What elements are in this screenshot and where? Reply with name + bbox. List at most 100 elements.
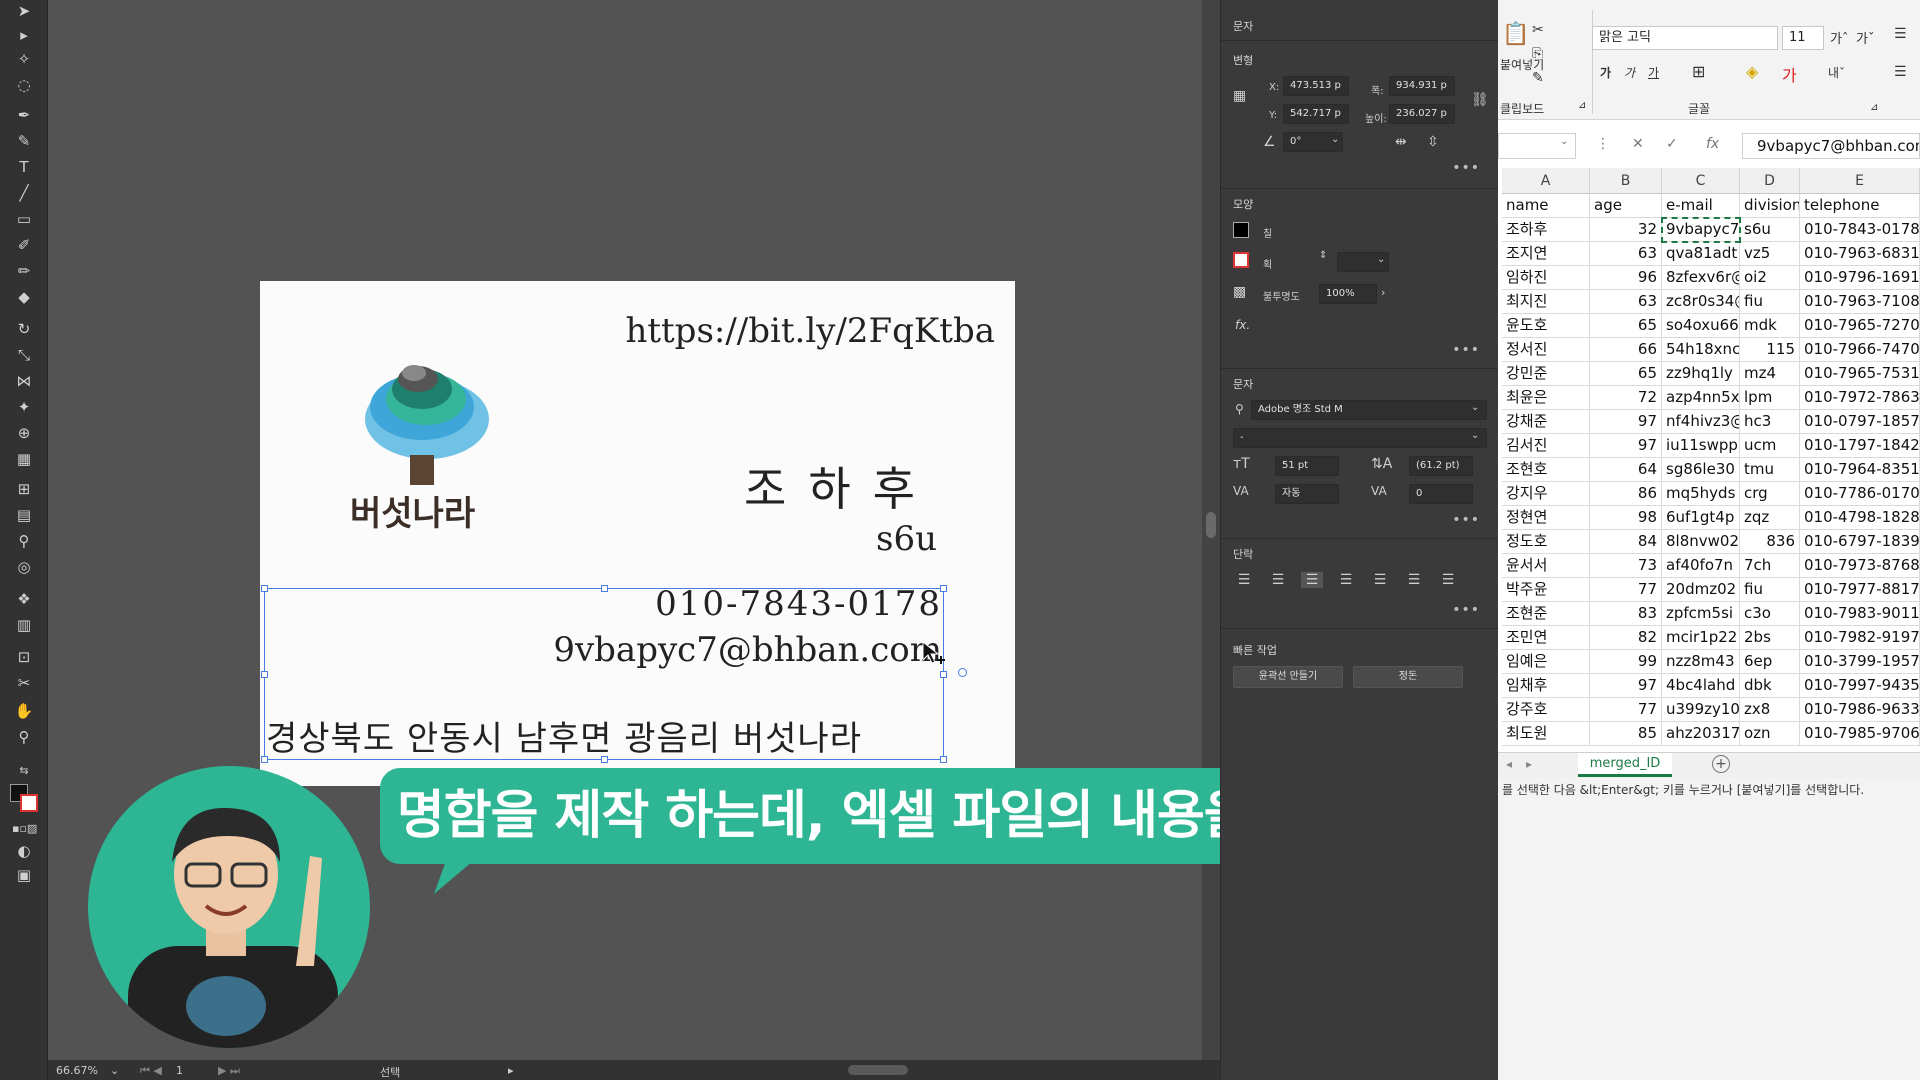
table-cell[interactable]: 정현연: [1502, 506, 1590, 530]
table-cell[interactable]: 임채후: [1502, 674, 1590, 698]
create-outlines-button[interactable]: 윤곽선 만들기: [1233, 666, 1343, 688]
chevron-down-icon[interactable]: ⌄: [1471, 430, 1479, 441]
slice-tool-icon[interactable]: ✂: [12, 672, 36, 694]
rectangle-tool-icon[interactable]: ▭: [12, 208, 36, 230]
table-cell[interactable]: 6uf1gt4p: [1662, 506, 1740, 530]
more-options-icon[interactable]: •••: [1452, 602, 1480, 618]
table-cell[interactable]: mcir1p22: [1662, 626, 1740, 650]
mesh-tool-icon[interactable]: ⊞: [12, 478, 36, 500]
table-cell[interactable]: 윤서서: [1502, 554, 1590, 578]
table-cell[interactable]: fiu: [1740, 578, 1800, 602]
card-url[interactable]: https://bit.ly/2FqKtba: [625, 311, 995, 351]
table-cell[interactable]: 72: [1590, 386, 1662, 410]
table-cell[interactable]: 84: [1590, 530, 1662, 554]
horizontal-scroll-thumb[interactable]: [848, 1065, 908, 1075]
scale-tool-icon[interactable]: ⤡: [12, 344, 36, 366]
height-field[interactable]: 236.027 p: [1389, 104, 1455, 124]
lasso-tool-icon[interactable]: ◌: [12, 74, 36, 96]
table-cell[interactable]: 조민연: [1502, 626, 1590, 650]
stroke-swatch[interactable]: [20, 794, 38, 812]
table-cell[interactable]: 8l8nvw02: [1662, 530, 1740, 554]
table-cell[interactable]: 조현호: [1502, 458, 1590, 482]
table-cell[interactable]: hc3: [1740, 410, 1800, 434]
table-cell[interactable]: lpm: [1740, 386, 1800, 410]
card-division[interactable]: s6u: [876, 519, 937, 559]
opacity-field[interactable]: 100%: [1319, 284, 1377, 304]
table-cell[interactable]: 83: [1590, 602, 1662, 626]
table-cell[interactable]: 010-6797-1839: [1800, 530, 1920, 554]
header-cell[interactable]: division: [1740, 194, 1800, 218]
table-cell[interactable]: mdk: [1740, 314, 1800, 338]
cut-icon[interactable]: ✂: [1532, 22, 1544, 38]
cancel-icon[interactable]: ✕: [1632, 136, 1644, 152]
resize-handle[interactable]: [940, 671, 947, 678]
resize-handle[interactable]: [601, 756, 608, 763]
table-cell[interactable]: 97: [1590, 434, 1662, 458]
selection-bounding-box[interactable]: [261, 585, 947, 763]
justify-right-icon[interactable]: ☰: [1403, 572, 1425, 588]
underline-icon[interactable]: 가: [1648, 64, 1659, 81]
table-cell[interactable]: 63: [1590, 290, 1662, 314]
screen-mode-icon[interactable]: ▣: [12, 864, 36, 886]
table-cell[interactable]: 7ch: [1740, 554, 1800, 578]
table-cell[interactable]: 010-7965-7270: [1800, 314, 1920, 338]
next-sheet-icon[interactable]: ▸: [1526, 757, 1532, 771]
table-cell[interactable]: 82: [1590, 626, 1662, 650]
font-style-select[interactable]: -: [1233, 428, 1487, 448]
x-field[interactable]: 473.513 p: [1283, 76, 1349, 96]
table-cell[interactable]: 조하후: [1502, 218, 1590, 242]
table-cell[interactable]: qva81adt: [1662, 242, 1740, 266]
spreadsheet-grid[interactable]: A B C D Ename age e-mail division telephone 조하후 32…: [1498, 168, 1920, 752]
scroll-thumb[interactable]: [1206, 512, 1216, 538]
italic-icon[interactable]: 가: [1624, 64, 1635, 81]
table-cell[interactable]: u399zy10: [1662, 698, 1740, 722]
table-cell[interactable]: 최도원: [1502, 722, 1590, 746]
table-cell[interactable]: 010-7985-9706: [1800, 722, 1920, 746]
table-cell[interactable]: nzz8m43: [1662, 650, 1740, 674]
table-cell[interactable]: 836: [1740, 530, 1800, 554]
table-cell[interactable]: 010-4798-1828: [1800, 506, 1920, 530]
table-cell[interactable]: 박주윤: [1502, 578, 1590, 602]
table-cell[interactable]: 32: [1590, 218, 1662, 242]
table-cell[interactable]: 강지우: [1502, 482, 1590, 506]
table-cell[interactable]: 정서진: [1502, 338, 1590, 362]
table-cell[interactable]: zz9hq1ly: [1662, 362, 1740, 386]
first-artboard-icon[interactable]: ⏮ ◀: [140, 1064, 162, 1078]
font-color-icon[interactable]: 가: [1782, 62, 1797, 86]
table-cell[interactable]: 2bs: [1740, 626, 1800, 650]
justify-left-icon[interactable]: ☰: [1335, 572, 1357, 588]
enter-icon[interactable]: ✓: [1666, 136, 1678, 152]
table-cell[interactable]: 20dmz02: [1662, 578, 1740, 602]
add-sheet-icon[interactable]: +: [1712, 755, 1730, 773]
table-cell[interactable]: 64: [1590, 458, 1662, 482]
table-cell[interactable]: 010-7964-8351: [1800, 458, 1920, 482]
align-right-icon[interactable]: ☰: [1301, 572, 1323, 588]
table-cell[interactable]: fiu: [1740, 290, 1800, 314]
table-cell[interactable]: s6u: [1740, 218, 1800, 242]
table-cell[interactable]: 65: [1590, 362, 1662, 386]
table-cell[interactable]: 96: [1590, 266, 1662, 290]
table-cell[interactable]: 010-9796-1691: [1800, 266, 1920, 290]
zoom-level[interactable]: 66.67%: [56, 1064, 98, 1077]
table-cell[interactable]: c3o: [1740, 602, 1800, 626]
font-name-select[interactable]: 맑은 고딕: [1592, 26, 1778, 50]
table-cell[interactable]: 010-7965-7531: [1800, 362, 1920, 386]
sheet-tab-merged-id[interactable]: merged_ID: [1578, 753, 1672, 777]
selection-tool-icon[interactable]: ➤: [12, 0, 36, 22]
artboard-number[interactable]: 1: [176, 1064, 183, 1077]
table-cell[interactable]: 010-1797-1842: [1800, 434, 1920, 458]
chevron-down-icon[interactable]: ⌄: [1560, 136, 1568, 147]
y-field[interactable]: 542.717 p: [1283, 104, 1349, 124]
borders-icon[interactable]: ⊞: [1692, 62, 1705, 81]
table-cell[interactable]: 99: [1590, 650, 1662, 674]
insert-function-icon[interactable]: fx: [1706, 136, 1719, 152]
align-left-icon[interactable]: ☰: [1894, 64, 1907, 80]
draw-mode-icon[interactable]: ◐: [12, 840, 36, 862]
table-cell[interactable]: sg86le30: [1662, 458, 1740, 482]
table-cell[interactable]: mq5hyds: [1662, 482, 1740, 506]
paste-icon[interactable]: 📋: [1502, 22, 1529, 47]
artboard-tool-icon[interactable]: ⊡: [12, 646, 36, 668]
table-cell[interactable]: mz4: [1740, 362, 1800, 386]
more-options-icon[interactable]: •••: [1452, 512, 1480, 528]
arrange-button[interactable]: 정돈: [1353, 666, 1463, 688]
